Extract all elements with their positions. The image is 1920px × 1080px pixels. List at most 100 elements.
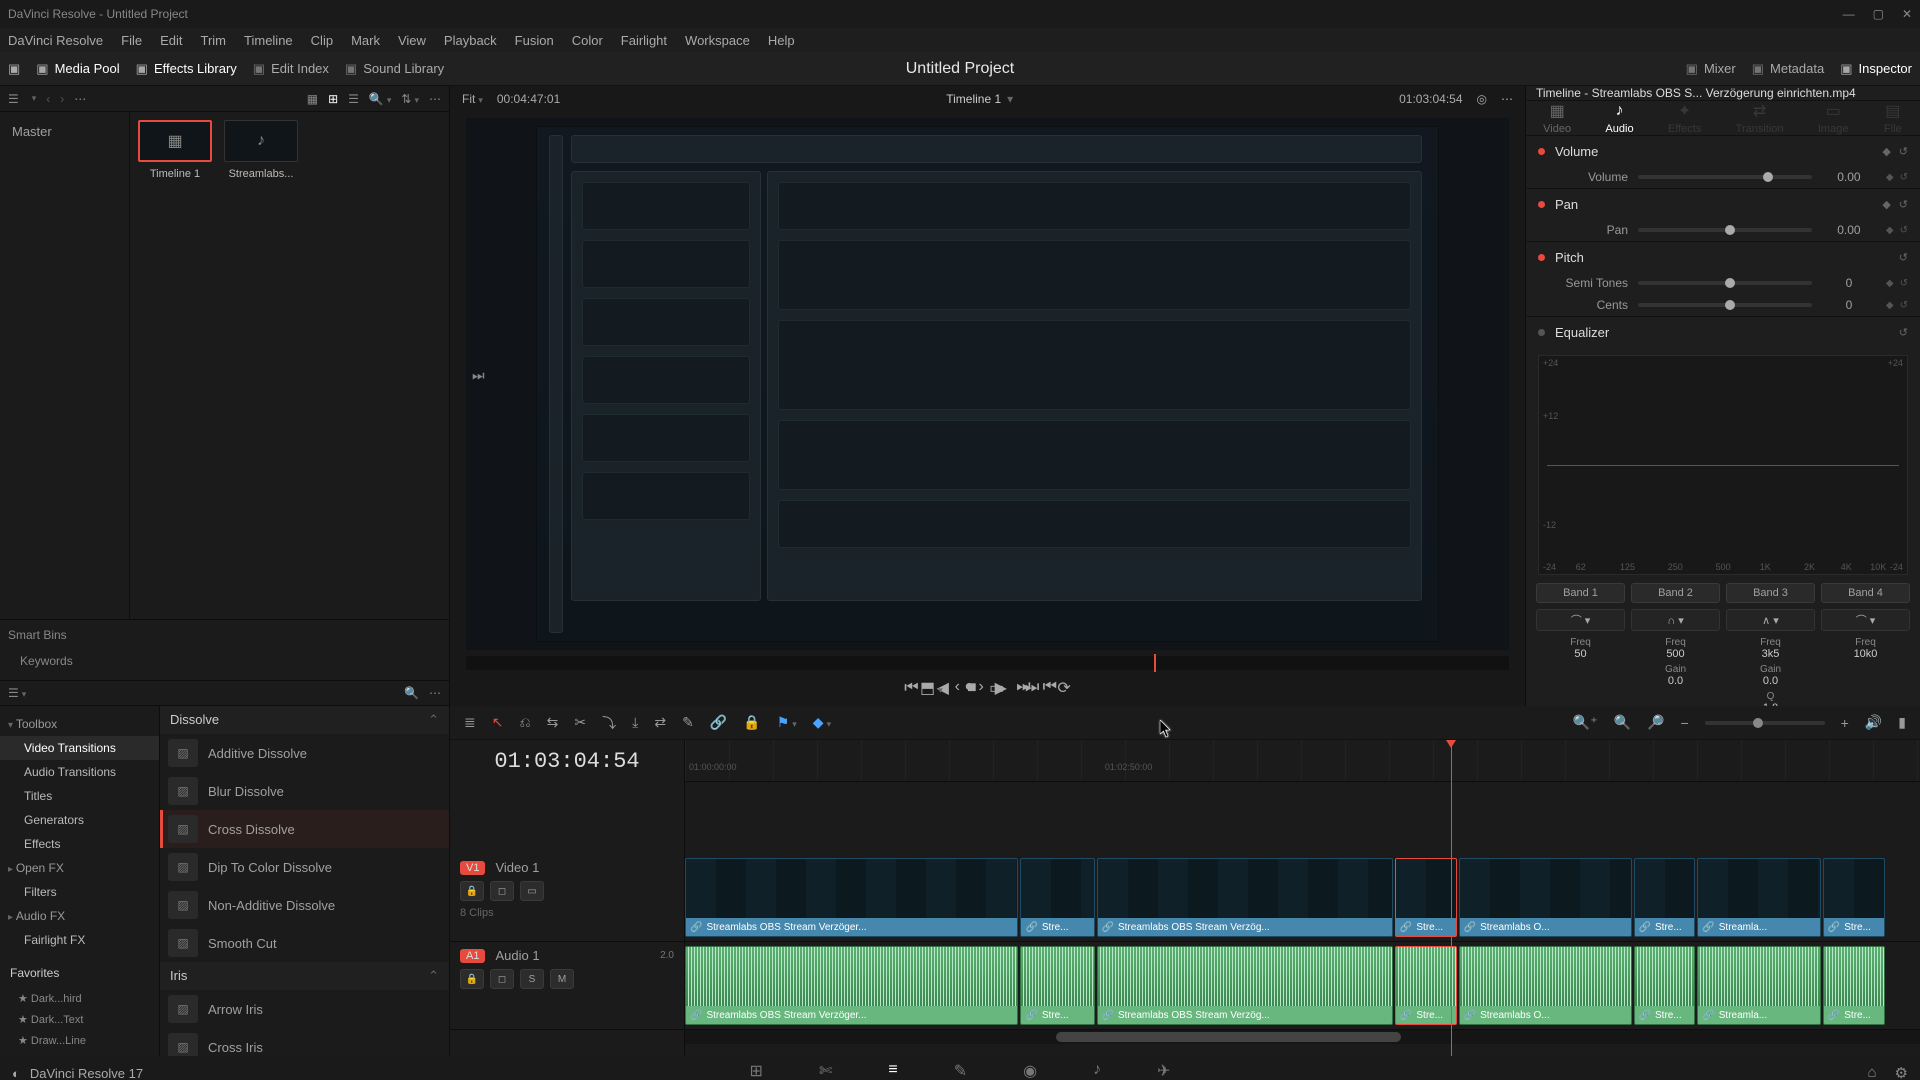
volume-reset-icon[interactable]: ↺: [1899, 145, 1908, 158]
fx-item[interactable]: ▨Smooth Cut: [160, 924, 449, 962]
menu-file[interactable]: File: [121, 33, 142, 48]
menu-trim[interactable]: Trim: [201, 33, 227, 48]
skip-to-end-icon[interactable]: ⏭: [472, 367, 485, 384]
page-cut[interactable]: ✄: [819, 1061, 832, 1080]
media-pool-button[interactable]: ▣Media Pool: [36, 61, 119, 77]
view-thumb-icon[interactable]: ▦: [307, 92, 318, 106]
video-clip[interactable]: 🔗Stre...: [1823, 858, 1885, 937]
v1-lock-icon[interactable]: 🔒: [460, 881, 484, 901]
a1-autoselect-icon[interactable]: ◻: [490, 969, 514, 989]
eq-band-2-toggle[interactable]: Band 2: [1631, 583, 1720, 603]
bypass-fx-icon[interactable]: ◎: [1477, 92, 1487, 106]
menu-workspace[interactable]: Workspace: [685, 33, 750, 48]
insert-tool[interactable]: ⤵: [602, 713, 616, 733]
pan-slider[interactable]: [1638, 228, 1812, 232]
viewer-zoom[interactable]: Fit: [462, 92, 483, 106]
favorite-item[interactable]: ★ Draw...Line: [0, 1030, 159, 1051]
bin-menu[interactable]: [29, 93, 37, 104]
view-list-icon[interactable]: ☰: [348, 92, 359, 106]
menu-help[interactable]: Help: [768, 33, 795, 48]
menu-fairlight[interactable]: Fairlight: [621, 33, 667, 48]
menu-timeline[interactable]: Timeline: [244, 33, 293, 48]
video-clip[interactable]: 🔗Streamla...: [1697, 858, 1821, 937]
video-clip[interactable]: 🔗Streamlabs O...: [1459, 858, 1632, 937]
volume-keyframe-icon[interactable]: ◆: [1882, 145, 1890, 158]
menu-playback[interactable]: Playback: [444, 33, 497, 48]
fx-cat-fairlight-fx[interactable]: Fairlight FX: [0, 928, 159, 952]
page-color[interactable]: ◉: [1023, 1061, 1037, 1080]
viewer-scrubber[interactable]: [466, 656, 1509, 670]
flag-tool[interactable]: ⚑: [777, 714, 797, 731]
volume-slider[interactable]: [1638, 175, 1812, 179]
v1-autoselect-icon[interactable]: ◻: [490, 881, 514, 901]
nav-fwd-icon[interactable]: ›: [60, 92, 64, 106]
pan-value[interactable]: 0.00: [1822, 223, 1876, 237]
detail-zoom-icon[interactable]: 🔍: [1614, 714, 1631, 731]
fx-item[interactable]: ▨Arrow Iris: [160, 990, 449, 1028]
lock-tool[interactable]: 🔒: [743, 714, 760, 731]
video-clip[interactable]: 🔗Stre...: [1634, 858, 1696, 937]
volume-value[interactable]: 0.00: [1822, 170, 1876, 184]
fx-group-toolbox[interactable]: Toolbox: [0, 712, 159, 736]
page-deliver[interactable]: ✈: [1157, 1061, 1170, 1080]
sort-icon[interactable]: ⇅: [401, 92, 419, 106]
video-clip[interactable]: 🔗Streamlabs OBS Stream Verzög...: [1097, 858, 1393, 937]
favorite-item[interactable]: ★ Dark...Text: [0, 1009, 159, 1030]
pool-more-icon[interactable]: ⋯: [429, 92, 441, 106]
dynamic-trim-tool[interactable]: ⇆: [547, 714, 559, 731]
audio-clip[interactable]: 🔗Stre...: [1823, 946, 1885, 1025]
fx-list-header-iris[interactable]: Iris⌃: [160, 962, 449, 990]
menu-clip[interactable]: Clip: [311, 33, 333, 48]
menu-fusion[interactable]: Fusion: [515, 33, 554, 48]
fx-cat-video-transitions[interactable]: Video Transitions: [0, 736, 159, 760]
eq-graph[interactable]: +24 +12 -12 -24 +24 -24 62 125 250 500 1…: [1538, 355, 1908, 575]
blade-tool[interactable]: ✂: [574, 714, 586, 731]
match-frame-icon[interactable]: ‹ ● ›: [955, 678, 984, 698]
minimize-icon[interactable]: —: [1843, 7, 1855, 21]
fx-item[interactable]: ▨Dip To Color Dissolve: [160, 848, 449, 886]
video-clip[interactable]: 🔗Stre...: [1395, 858, 1457, 937]
audio-clip[interactable]: 🔗Stre...: [1634, 946, 1696, 1025]
menu-davinci-resolve[interactable]: DaVinci Resolve: [8, 33, 103, 48]
sound-library-button[interactable]: ▣Sound Library: [345, 61, 444, 77]
video-track-lane[interactable]: 🔗Streamlabs OBS Stream Verzöger...🔗Stre.…: [685, 854, 1920, 942]
timeline-view-icon[interactable]: ≣: [464, 714, 476, 731]
eq-band-3-shape[interactable]: ∧ ▾: [1726, 609, 1815, 631]
bin-list-icon[interactable]: ☰: [8, 92, 19, 106]
fx-cat-generators[interactable]: Generators: [0, 808, 159, 832]
zoom-in-icon[interactable]: +: [1841, 715, 1849, 731]
fx-item[interactable]: ▨Non-Additive Dissolve: [160, 886, 449, 924]
replace-tool[interactable]: ⇄: [654, 714, 666, 731]
nav-back-icon[interactable]: ‹: [46, 92, 50, 106]
a1-mute-icon[interactable]: M: [550, 969, 574, 989]
inspector-button[interactable]: ▣Inspector: [1840, 61, 1912, 77]
trim-tool[interactable]: ⎌: [519, 714, 530, 731]
fx-cat-effects[interactable]: Effects: [0, 832, 159, 856]
razor-tool[interactable]: ✎: [682, 714, 694, 731]
timeline-timecode[interactable]: 01:03:04:54: [450, 740, 684, 782]
a1-solo-icon[interactable]: S: [520, 969, 544, 989]
menu-color[interactable]: Color: [572, 33, 603, 48]
menu-edit[interactable]: Edit: [160, 33, 182, 48]
eq-band-2-shape[interactable]: ∩ ▾: [1631, 609, 1720, 631]
viewer-more-icon[interactable]: ⋯: [1501, 92, 1513, 106]
zoom-out-icon[interactable]: −: [1680, 715, 1688, 731]
fx-panel-menu[interactable]: ☰: [8, 686, 26, 700]
fx-group-open-fx[interactable]: Open FX: [0, 856, 159, 880]
audio-clip[interactable]: 🔗Streamlabs OBS Stream Verzög...: [1097, 946, 1393, 1025]
toggle-layout-icon[interactable]: ▣: [8, 61, 20, 77]
single-viewer-icon[interactable]: ▭: [989, 678, 1004, 698]
overwrite-tool[interactable]: ⤓: [632, 714, 638, 731]
loop-icon[interactable]: ⟳: [1057, 678, 1070, 698]
fx-cat-filters[interactable]: Filters: [0, 880, 159, 904]
marker-tool[interactable]: ◆: [813, 714, 831, 731]
eq-band-3-toggle[interactable]: Band 3: [1726, 583, 1815, 603]
video-clip[interactable]: 🔗Stre...: [1020, 858, 1094, 937]
page-media[interactable]: ⊞: [750, 1061, 763, 1080]
edit-index-button[interactable]: ▣Edit Index: [253, 61, 329, 77]
view-strip-icon[interactable]: ⊞: [328, 92, 338, 106]
preview-monitor[interactable]: ⏭: [466, 118, 1509, 650]
video-track-head[interactable]: V1Video 1 🔒◻▭ 8 Clips: [450, 854, 684, 942]
meter-icon[interactable]: ▮: [1898, 714, 1906, 731]
audio-monitor-icon[interactable]: 🔊: [1865, 714, 1882, 731]
